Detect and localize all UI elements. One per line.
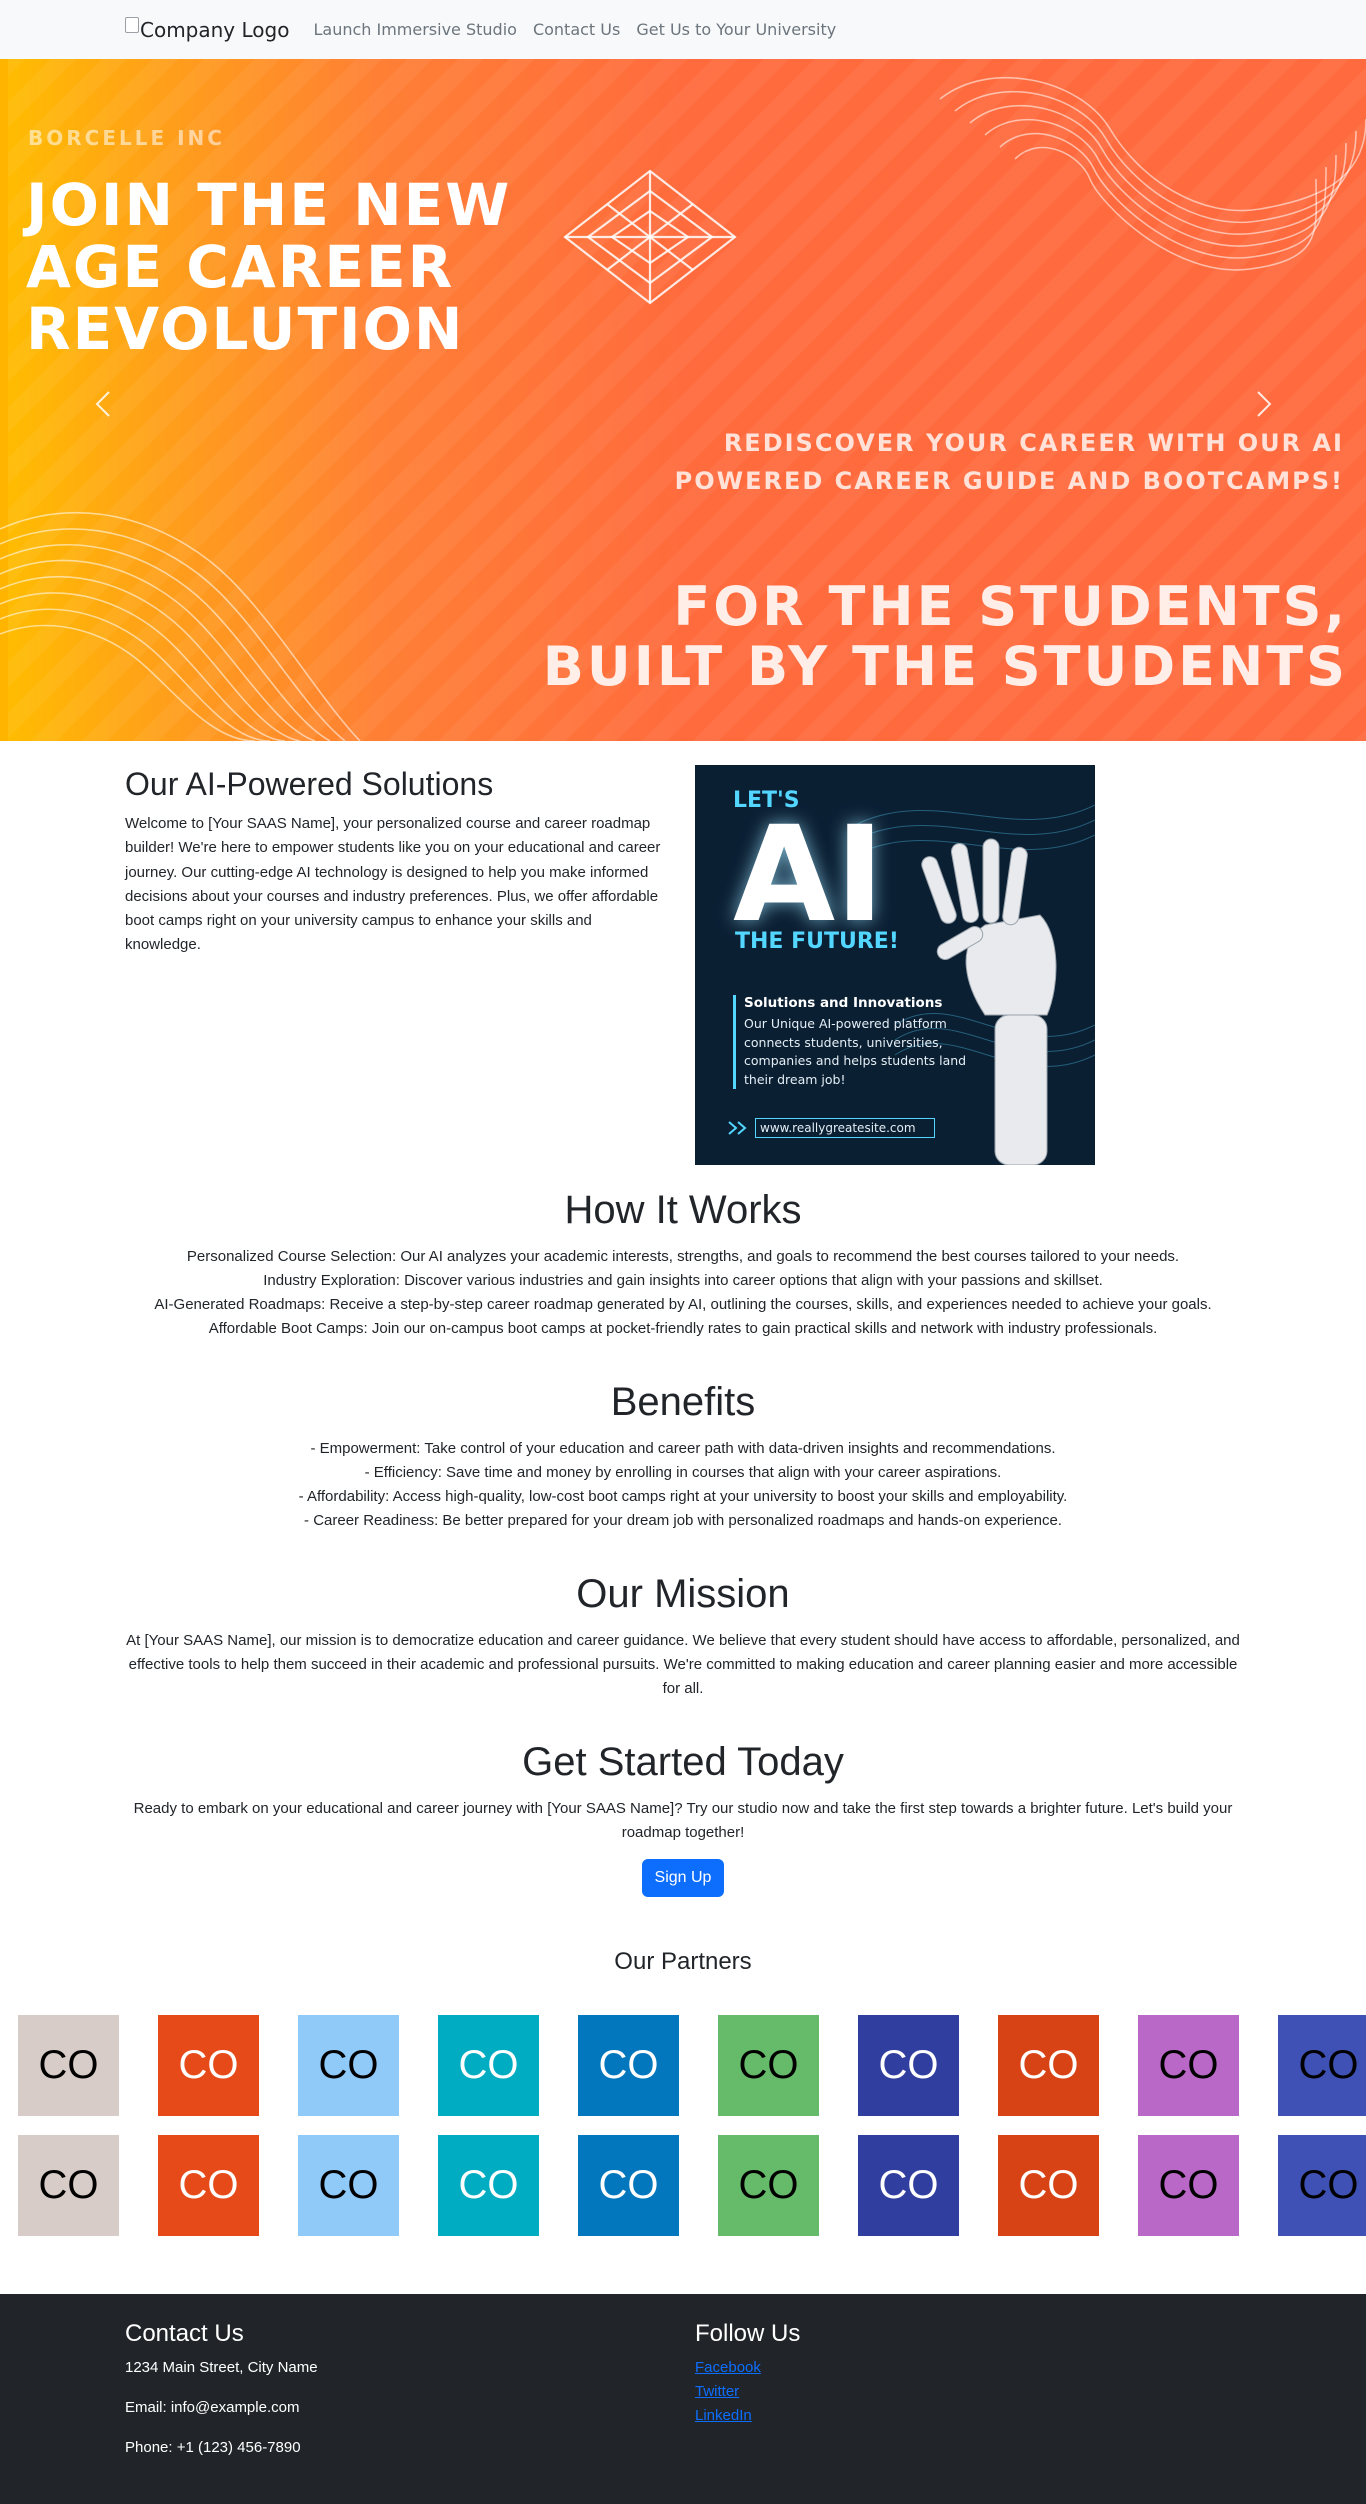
benefit-line: - Efficiency: Save time and money by enr… — [364, 1464, 1002, 1481]
chevron-left-icon — [95, 391, 110, 417]
nav-link-contact[interactable]: Contact Us — [533, 20, 620, 39]
get-started-text: Ready to embark on your educational and … — [133, 1800, 1233, 1841]
carousel-next-button[interactable] — [1244, 384, 1284, 424]
partner-logo-tile: CO — [1138, 2135, 1239, 2236]
benefit-line: - Empowerment: Take control of your educ… — [310, 1440, 1056, 1457]
partner-logo-tile: CO — [1278, 2015, 1366, 2116]
partner-logo-tile: CO — [858, 2015, 959, 2116]
footer: Contact Us 1234 Main Street, City Name E… — [0, 2294, 1366, 2504]
partner-logo-tile: CO — [158, 2015, 259, 2116]
how-it-works-title: How It Works — [564, 1188, 802, 1232]
company-logo[interactable]: Company Logo — [125, 16, 290, 42]
benefit-line: - Affordability: Access high-quality, lo… — [298, 1488, 1068, 1505]
partner-logo-tile: CO — [578, 2015, 679, 2116]
nav-link-launch-studio[interactable]: Launch Immersive Studio — [313, 20, 516, 39]
hero-tagline: FOR THE STUDENTS, BUILT BY THE STUDENTS — [542, 575, 1348, 698]
partners-title: Our Partners — [614, 1948, 752, 1975]
partner-logo-tile: CO — [298, 2135, 399, 2236]
how-it-works-line: Industry Exploration: Discover various i… — [263, 1272, 1103, 1289]
how-it-works-line: Affordable Boot Camps: Join our on-campu… — [208, 1320, 1158, 1337]
footer-phone: Phone: +1 (123) 456-7890 — [125, 2439, 301, 2456]
promo-info-box: Solutions and Innovations Our Unique AI-… — [733, 995, 973, 1089]
partner-logo-tile: CO — [438, 2015, 539, 2116]
partner-logo-tile: CO — [998, 2135, 1099, 2236]
double-chevron-icon — [728, 1121, 747, 1135]
hero-subtitle: REDISCOVER YOUR CAREER WITH OUR AI POWER… — [674, 429, 1344, 495]
footer-email: Email: info@example.com — [125, 2399, 300, 2416]
nav-link-university[interactable]: Get Us to Your University — [636, 20, 836, 39]
promo-box-title: Solutions and Innovations — [744, 995, 943, 1011]
broken-image-icon — [125, 16, 139, 33]
hero-carousel: BORCELLE INC JOIN THE NEW AGE CAREER REV… — [0, 59, 1366, 741]
partner-logo-tile: CO — [578, 2135, 679, 2236]
partner-logo-tile: CO — [18, 2015, 119, 2116]
footer-follow: Follow Us Facebook Twitter LinkedIn — [695, 2320, 800, 2428]
benefit-line: - Career Readiness: Be better prepared f… — [304, 1512, 1062, 1529]
footer-address: 1234 Main Street, City Name — [125, 2359, 318, 2376]
contour-lines-top-right — [939, 77, 1366, 271]
benefits-list: - Empowerment: Take control of your educ… — [125, 1437, 1241, 1533]
navbar-inner: Company Logo Launch Immersive Studio Con… — [125, 0, 852, 59]
sign-up-button[interactable]: Sign Up — [642, 1859, 724, 1897]
how-it-works-line: AI-Generated Roadmaps: Receive a step-by… — [154, 1296, 1212, 1313]
partner-logo-tile: CO — [718, 2135, 819, 2236]
get-started-title: Get Started Today — [522, 1740, 844, 1784]
diamond-logo-icon — [563, 169, 737, 305]
partner-logo-tile: CO — [1138, 2015, 1239, 2116]
promo-url: www.reallygreatesite.com — [755, 1118, 935, 1138]
promo-future: THE FUTURE! — [735, 929, 899, 954]
partner-logo-tile: CO — [1278, 2135, 1366, 2236]
partner-logo-tile: CO — [718, 2015, 819, 2116]
contour-lines-bottom-left — [0, 511, 361, 741]
partner-logo-tile: CO — [438, 2135, 539, 2236]
how-it-works-list: Personalized Course Selection: Our AI an… — [125, 1245, 1241, 1341]
facebook-link[interactable]: Facebook — [695, 2356, 800, 2380]
mission-title: Our Mission — [576, 1572, 790, 1616]
promo-ai: AI — [733, 798, 885, 952]
how-it-works-line: Personalized Course Selection: Our AI an… — [186, 1248, 1180, 1265]
mission-text: At [Your SAAS Name], our mission is to d… — [126, 1632, 1240, 1697]
partner-logo-tile: CO — [298, 2015, 399, 2116]
footer-follow-title: Follow Us — [695, 2320, 801, 2347]
navbar: Company Logo Launch Immersive Studio Con… — [0, 0, 1366, 59]
linkedin-link[interactable]: LinkedIn — [695, 2404, 800, 2428]
chevron-right-icon — [1257, 391, 1272, 417]
solutions-title: Our AI-Powered Solutions — [125, 766, 494, 802]
promo-box-text: Our Unique AI-powered platform connects … — [744, 1016, 967, 1087]
carousel-prev-button[interactable] — [83, 384, 123, 424]
footer-contact: Contact Us 1234 Main Street, City Name E… — [125, 2320, 318, 2476]
twitter-link[interactable]: Twitter — [695, 2380, 800, 2404]
company-logo-alt: Company Logo — [140, 17, 290, 42]
partner-logo-tile: CO — [18, 2135, 119, 2236]
solutions-text: Welcome to [Your SAAS Name], your person… — [125, 815, 661, 954]
hero-title: JOIN THE NEW AGE CAREER REVOLUTION — [26, 171, 512, 363]
hero-eyebrow: BORCELLE INC — [28, 126, 225, 150]
partner-logo-tile: CO — [858, 2135, 959, 2236]
footer-contact-title: Contact Us — [125, 2320, 244, 2347]
partner-logo-tile: CO — [998, 2015, 1099, 2116]
benefits-title: Benefits — [610, 1380, 756, 1424]
ai-promo-image: LET'S AI THE FUTURE! Solutions and Innov… — [695, 765, 1095, 1165]
partner-logo-tile: CO — [158, 2135, 259, 2236]
